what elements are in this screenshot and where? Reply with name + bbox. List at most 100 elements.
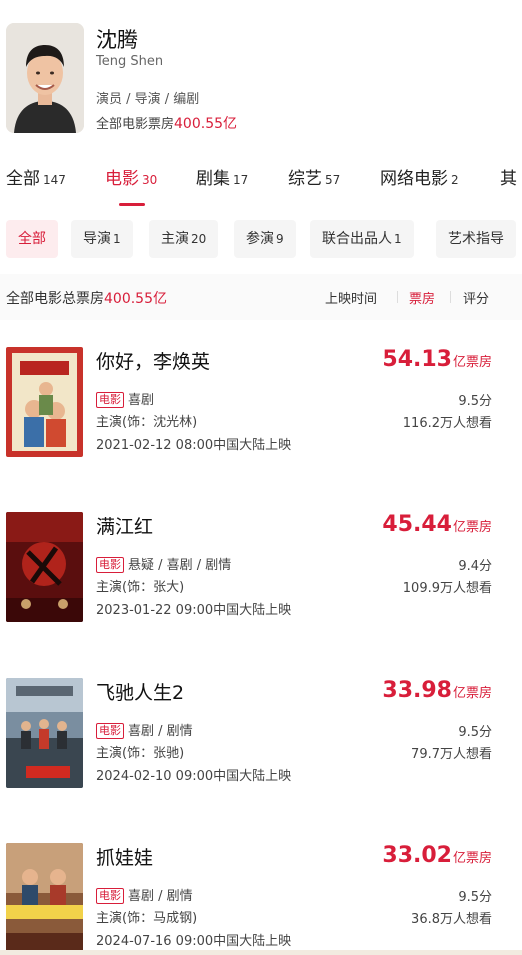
actor-english-name: Teng Shen (96, 54, 164, 69)
chip-art-director[interactable]: 艺术指导 (436, 220, 516, 258)
movie-want-count: 79.7万人想看 (411, 747, 492, 762)
chip-label: 联合出品人 (322, 231, 392, 247)
movie-type-badge: 电影 (96, 888, 124, 904)
genre-text: 喜剧 / 剧情 (128, 724, 193, 739)
tab-label: 全部 (6, 169, 40, 189)
box-office-number: 45.44 (382, 512, 452, 537)
movie-poster[interactable] (6, 678, 83, 788)
box-office-unit: 亿票房 (452, 851, 492, 866)
actor-header: 沈腾 Teng Shen 演员 / 导演 / 编剧 全部电影票房400.55亿 (0, 0, 522, 150)
poster-image (6, 512, 83, 622)
movie-title[interactable]: 满江红 (96, 512, 153, 539)
chip-co-producer[interactable]: 联合出品人 1 (310, 220, 414, 258)
movie-genre: 电影 喜剧 / 剧情 (96, 720, 193, 739)
chip-count: 1 (113, 232, 121, 246)
movie-box-office: 45.44亿票房 (382, 512, 492, 537)
movie-row[interactable]: 你好，李焕英 54.13亿票房 电影 喜剧 9.5分 主演(饰：沈光林) 116.… (0, 347, 522, 477)
sort-by-score[interactable]: 评分 (463, 288, 489, 307)
tab-label: 其 (500, 169, 517, 189)
movie-genre: 电影 悬疑 / 喜剧 / 剧情 (96, 554, 231, 573)
chip-all[interactable]: 全部 (6, 220, 58, 258)
actor-avatar[interactable] (6, 23, 84, 133)
movie-role: 主演(饰：张大) (96, 580, 185, 595)
movie-release: 2024-02-10 09:00中国大陆上映 (96, 769, 292, 784)
movie-poster[interactable] (6, 512, 83, 622)
movie-role: 主演(饰：沈光林) (96, 415, 198, 430)
sort-divider (450, 291, 451, 303)
actor-roles: 演员 / 导演 / 编剧 (96, 92, 200, 107)
active-tab-indicator (119, 203, 145, 206)
chip-supporting-actor[interactable]: 参演 9 (234, 220, 296, 258)
movie-release: 2021-02-12 08:00中国大陆上映 (96, 438, 292, 453)
tab-label: 电影 (105, 169, 139, 189)
movie-box-office: 33.98亿票房 (382, 678, 492, 703)
chip-label: 全部 (18, 231, 46, 247)
bottom-edge (0, 950, 522, 955)
box-office-number: 54.13 (382, 347, 452, 372)
movie-poster[interactable] (6, 347, 83, 457)
box-office-unit: 亿票房 (452, 520, 492, 535)
tab-count: 17 (233, 173, 249, 187)
person-portrait-icon (6, 23, 84, 133)
movie-type-badge: 电影 (96, 723, 124, 739)
summary-label-text: 全部电影总票房 (6, 291, 104, 307)
genre-text: 喜剧 (128, 393, 155, 408)
tab-all[interactable]: 全部 147 (6, 164, 66, 189)
box-office-number: 33.98 (382, 678, 452, 703)
movie-score: 9.5分 (458, 890, 492, 905)
actor-name: 沈腾 (96, 28, 138, 52)
chip-label: 主演 (161, 231, 189, 247)
genre-text: 悬疑 / 喜剧 / 剧情 (128, 558, 232, 573)
tab-count: 2 (451, 173, 459, 187)
chip-count: 9 (276, 232, 284, 246)
chip-director[interactable]: 导演 1 (71, 220, 133, 258)
chip-label: 参演 (246, 231, 274, 247)
movie-genre: 电影 喜剧 / 剧情 (96, 885, 193, 904)
tab-label: 综艺 (288, 169, 322, 189)
movie-score: 9.4分 (458, 559, 492, 574)
box-office-label: 全部电影票房 (96, 117, 175, 132)
movie-want-count: 116.2万人想看 (402, 416, 492, 431)
movie-box-office: 33.02亿票房 (382, 843, 492, 868)
tab-label: 剧集 (196, 169, 230, 189)
poster-image (6, 347, 83, 457)
sort-by-release[interactable]: 上映时间 (325, 288, 377, 307)
movie-title[interactable]: 抓娃娃 (96, 843, 153, 870)
movie-genre: 电影 喜剧 (96, 389, 154, 408)
chip-lead-actor[interactable]: 主演 20 (149, 220, 219, 258)
tab-label: 网络电影 (380, 169, 448, 189)
tab-count: 30 (142, 173, 158, 187)
box-office-value: 400.55亿 (174, 116, 238, 132)
movie-type-badge: 电影 (96, 392, 124, 408)
tab-web-movies[interactable]: 网络电影 2 (380, 164, 459, 189)
movie-score: 9.5分 (458, 394, 492, 409)
movie-want-count: 109.9万人想看 (402, 581, 492, 596)
movie-type-badge: 电影 (96, 557, 124, 573)
poster-image (6, 678, 83, 788)
movie-row[interactable]: 飞驰人生2 33.98亿票房 电影 喜剧 / 剧情 9.5分 主演(饰：张驰) 7… (0, 678, 522, 808)
tab-movies[interactable]: 电影 30 (105, 164, 157, 189)
category-tabs: 全部 147 电影 30 剧集 17 综艺 57 网络电影 2 其 (0, 164, 522, 208)
chip-count: 1 (394, 232, 402, 246)
movie-row[interactable]: 抓娃娃 33.02亿票房 电影 喜剧 / 剧情 9.5分 主演(饰：马成钢) 36… (0, 843, 522, 955)
tab-count: 147 (43, 173, 66, 187)
movie-poster[interactable] (6, 843, 83, 953)
box-office-unit: 亿票房 (452, 686, 492, 701)
sort-by-box-office[interactable]: 票房 (409, 288, 435, 307)
chip-label: 艺术指导 (448, 231, 504, 247)
summary-total: 全部电影总票房400.55亿 (6, 288, 167, 308)
movie-title[interactable]: 飞驰人生2 (96, 678, 184, 705)
chip-label: 导演 (83, 231, 111, 247)
tab-variety[interactable]: 综艺 57 (288, 164, 340, 189)
box-office-unit: 亿票房 (452, 355, 492, 370)
poster-image (6, 843, 83, 953)
movie-role: 主演(饰：张驰) (96, 746, 185, 761)
tab-series[interactable]: 剧集 17 (196, 164, 248, 189)
movie-row[interactable]: 满江红 45.44亿票房 电影 悬疑 / 喜剧 / 剧情 9.4分 主演(饰：张大… (0, 512, 522, 642)
summary-value: 400.55亿 (104, 291, 167, 307)
tab-other[interactable]: 其 (500, 164, 517, 189)
movie-box-office: 54.13亿票房 (382, 347, 492, 372)
chip-count: 20 (191, 232, 207, 246)
movie-title[interactable]: 你好，李焕英 (96, 347, 210, 374)
movie-release: 2023-01-22 09:00中国大陆上映 (96, 603, 292, 618)
